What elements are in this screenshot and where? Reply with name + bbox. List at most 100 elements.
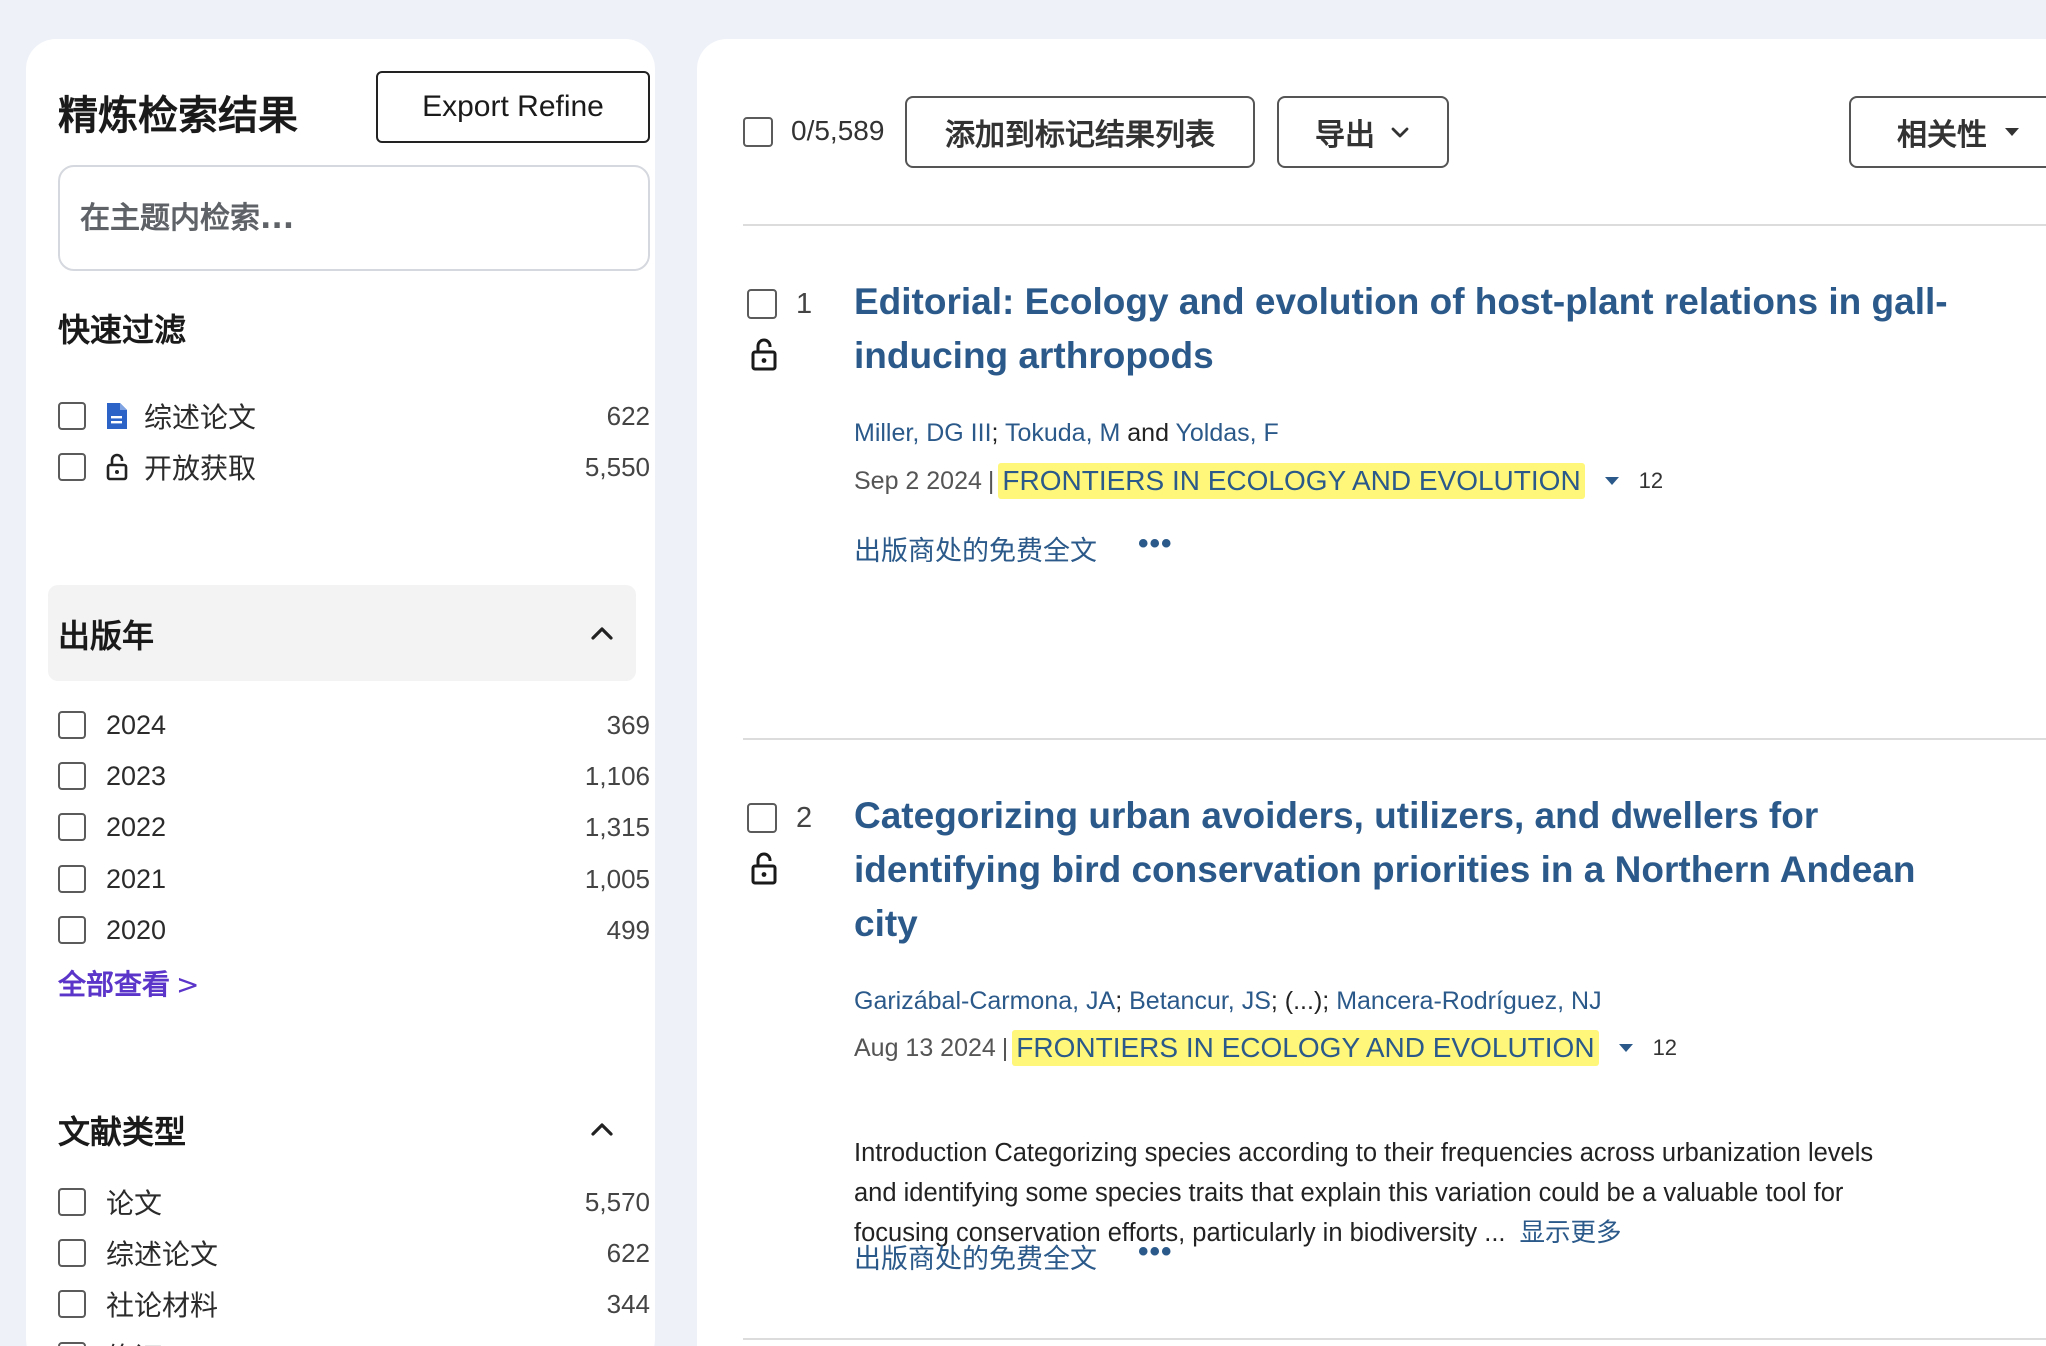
caret-down-icon[interactable] [1617,1041,1635,1055]
checkbox[interactable] [58,453,86,481]
caret-down-icon [2005,128,2019,136]
year-count: 1,106 [584,760,650,791]
doctype-row-correction[interactable]: 修订 58 [58,1334,650,1346]
divider [743,224,2046,226]
refine-panel: 精炼检索结果 Export Refine 快速过滤 综述论文 622 开放获取 … [26,39,655,1346]
doctype-label: 综述论文 [106,1238,219,1271]
author-link[interactable]: Mancera-Rodríguez, NJ [1336,987,1601,1015]
selected-count: 0/5,589 [791,115,885,146]
meta-separator: | [1001,1033,1009,1062]
doctype-count: 5,570 [584,1186,650,1217]
year-row-2020[interactable]: 2020 499 [58,908,650,952]
journal-link[interactable]: FRONTIERS IN ECOLOGY AND EVOLUTION [1012,1030,1599,1066]
author-and: and [1127,419,1169,447]
author-link[interactable]: Tokuda, M [1005,419,1120,447]
doctype-label: 论文 [106,1187,163,1220]
year-count: 1,315 [584,811,650,842]
show-more-link[interactable]: 显示更多 [1520,1218,1622,1248]
checkbox[interactable] [58,1290,86,1318]
citation-count[interactable]: 12 [1639,468,1663,494]
author-separator: ; [991,419,999,447]
record-checkbox[interactable] [747,803,777,833]
divider [743,738,2046,740]
record-abstract: Introduction Categorizing species accord… [854,1133,1874,1253]
checkbox[interactable] [58,1342,86,1346]
author-link[interactable]: Miller, DG III [854,419,992,447]
checkbox[interactable] [58,402,86,430]
year-count: 1,005 [584,863,650,894]
open-lock-icon [751,852,777,885]
doctype-label: 社论材料 [106,1289,219,1322]
free-full-text-link[interactable]: 出版商处的免费全文 [854,1237,1097,1276]
year-count: 499 [606,914,650,945]
record-title-link[interactable]: Editorial: Ecology and evolution of host… [854,275,1954,383]
export-button[interactable]: 导出 [1277,96,1449,168]
citation-count[interactable]: 12 [1653,1035,1677,1061]
more-options-icon[interactable]: ••• [1138,527,1173,561]
export-refine-button[interactable]: Export Refine [376,71,650,143]
record-checkbox[interactable] [747,289,777,319]
pub-year-title: 出版年 [58,617,155,655]
record-meta: Sep 2 2024 | FRONTIERS IN ECOLOGY AND EV… [854,463,1663,499]
year-row-2021[interactable]: 2021 1,005 [58,857,650,901]
select-all-checkbox[interactable] [743,117,773,147]
doctype-label: 修订 [106,1336,162,1346]
chevron-right-icon: > [176,968,200,1001]
quick-filter-title: 快速过滤 [58,311,187,349]
open-lock-icon [751,338,777,371]
checkbox[interactable] [58,813,86,841]
checkbox[interactable] [58,1188,86,1216]
year-label: 2022 [106,811,167,842]
author-separator: ; [1270,987,1278,1015]
export-label: 导出 [1315,118,1375,153]
author-ellipsis[interactable]: (...) [1285,987,1323,1015]
year-row-2023[interactable]: 2023 1,106 [58,754,650,798]
doctype-row-editorial[interactable]: 社论材料 344 [58,1282,650,1326]
topic-search-input[interactable] [58,165,650,271]
author-separator: ; [1115,987,1123,1015]
more-options-icon[interactable]: ••• [1138,1235,1173,1269]
record-title-link[interactable]: Categorizing urban avoiders, utilizers, … [854,789,1954,951]
filter-count: 622 [606,400,650,431]
sort-label: 相关性 [1897,118,1987,153]
filter-label: 综述论文 [144,401,257,434]
document-icon [107,403,127,429]
checkbox[interactable] [58,762,86,790]
record-authors: Garizábal-Carmona, JA; Betancur, JS; (..… [854,987,1602,1016]
caret-down-icon[interactable] [1603,474,1621,488]
refine-title: 精炼检索结果 [58,93,298,139]
checkbox[interactable] [58,711,86,739]
checkbox[interactable] [58,916,86,944]
year-label: 2024 [106,709,167,740]
year-row-2022[interactable]: 2022 1,315 [58,805,650,849]
record-date: Aug 13 2024 [854,1033,996,1062]
quick-filter-open-access[interactable]: 开放获取 5,550 [58,445,650,489]
checkbox[interactable] [58,1239,86,1267]
filter-label: 开放获取 [144,452,257,485]
record-number: 1 [796,288,813,320]
journal-link[interactable]: FRONTIERS IN ECOLOGY AND EVOLUTION [998,463,1585,499]
year-row-2024[interactable]: 2024 369 [58,703,650,747]
chevron-up-icon[interactable] [588,1115,616,1143]
see-all-years-link[interactable]: 全部查看 > [58,963,199,1003]
results-panel: 0/5,589 添加到标记结果列表 导出 相关性 1 Editorial: Ec… [697,39,2046,1346]
author-link[interactable]: Yoldas, F [1175,419,1278,447]
checkbox[interactable] [58,865,86,893]
author-link[interactable]: Garizábal-Carmona, JA [854,987,1115,1015]
add-to-marked-list-button[interactable]: 添加到标记结果列表 [905,96,1255,168]
divider [743,1338,2046,1340]
doctype-row-article[interactable]: 论文 5,570 [58,1180,650,1224]
record-meta: Aug 13 2024 | FRONTIERS IN ECOLOGY AND E… [854,1030,1677,1066]
chevron-down-icon [1391,127,1409,138]
free-full-text-link[interactable]: 出版商处的免费全文 [854,529,1097,568]
abstract-text: Introduction Categorizing species accord… [854,1139,1874,1247]
pub-year-header[interactable]: 出版年 [48,585,636,681]
add-to-marked-label: 添加到标记结果列表 [945,118,1215,153]
doctype-row-review[interactable]: 综述论文 622 [58,1231,650,1275]
doctype-count: 622 [606,1237,650,1268]
author-link[interactable]: Betancur, JS [1129,987,1271,1015]
quick-filter-review[interactable]: 综述论文 622 [58,394,650,438]
sort-select[interactable]: 相关性 [1849,96,2046,168]
year-count: 369 [606,709,650,740]
doctype-count: 58 [621,1341,650,1346]
